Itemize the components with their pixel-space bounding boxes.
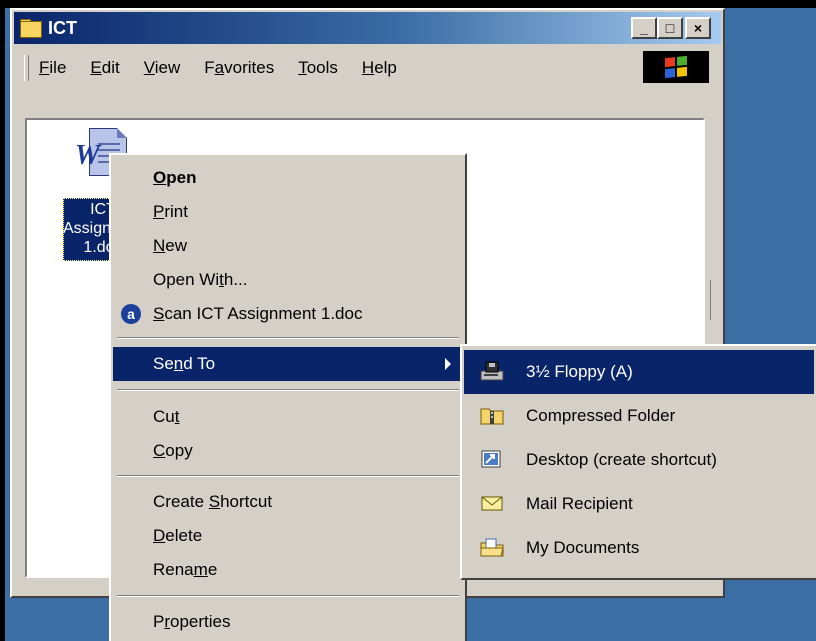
send-to-submenu: 3½ Floppy (A) Compressed Folder Desktop …: [460, 344, 816, 580]
resize-grip[interactable]: [710, 280, 719, 320]
menu-separator: [117, 475, 459, 477]
antivirus-scan-icon: a: [121, 304, 141, 324]
menu-item-copy[interactable]: Copy: [113, 434, 463, 468]
menu-separator: [117, 595, 459, 597]
desktop: ICT _ □ × File Edit View Favorites Tools…: [5, 8, 816, 641]
close-button[interactable]: ×: [685, 17, 711, 39]
desktop-icon: [481, 450, 501, 468]
my-documents-folder-icon: [480, 538, 504, 557]
menu-item-send-to[interactable]: Send To: [113, 347, 463, 381]
menu-item-open-with[interactable]: Open With...: [113, 263, 463, 297]
zip-folder-icon: [480, 408, 504, 425]
send-to-mail-recipient[interactable]: Mail Recipient: [464, 482, 814, 526]
window-title: ICT: [48, 17, 77, 38]
menu-item-open[interactable]: Open: [113, 161, 463, 195]
send-to-my-documents[interactable]: My Documents: [464, 526, 814, 570]
context-menu: Open Print New Open With... a Scan ICT A…: [109, 153, 467, 641]
send-to-compressed-folder[interactable]: Compressed Folder: [464, 394, 814, 438]
windows-flag-icon: [665, 55, 687, 79]
menu-view[interactable]: View: [144, 58, 181, 78]
menu-separator: [117, 389, 459, 391]
menu-bar: File Edit View Favorites Tools Help: [14, 50, 721, 86]
floppy-drive-icon: [480, 361, 504, 381]
menu-item-create-shortcut[interactable]: Create Shortcut: [113, 485, 463, 519]
menu-item-properties[interactable]: Properties: [113, 605, 463, 639]
menu-help[interactable]: Help: [362, 58, 397, 78]
menubar-grip[interactable]: [24, 55, 29, 81]
menu-file[interactable]: File: [39, 58, 66, 78]
folder-icon: [20, 19, 42, 38]
menu-favorites[interactable]: Favorites: [204, 58, 274, 78]
title-bar[interactable]: ICT _ □ ×: [14, 12, 721, 44]
maximize-button[interactable]: □: [657, 17, 683, 39]
minimize-button[interactable]: _: [631, 17, 657, 39]
menu-item-cut[interactable]: Cut: [113, 400, 463, 434]
menu-item-new[interactable]: New: [113, 229, 463, 263]
send-to-floppy[interactable]: 3½ Floppy (A): [464, 350, 814, 394]
menu-edit[interactable]: Edit: [90, 58, 119, 78]
menu-tools[interactable]: Tools: [298, 58, 338, 78]
menu-item-scan[interactable]: a Scan ICT Assignment 1.doc: [113, 297, 463, 331]
envelope-icon: [481, 496, 503, 511]
windows-logo: [643, 51, 709, 83]
send-to-desktop[interactable]: Desktop (create shortcut): [464, 438, 814, 482]
submenu-arrow-icon: [445, 358, 451, 370]
menu-separator: [117, 337, 459, 339]
menu-item-rename[interactable]: Rename: [113, 553, 463, 587]
menu-item-delete[interactable]: Delete: [113, 519, 463, 553]
menu-item-print[interactable]: Print: [113, 195, 463, 229]
